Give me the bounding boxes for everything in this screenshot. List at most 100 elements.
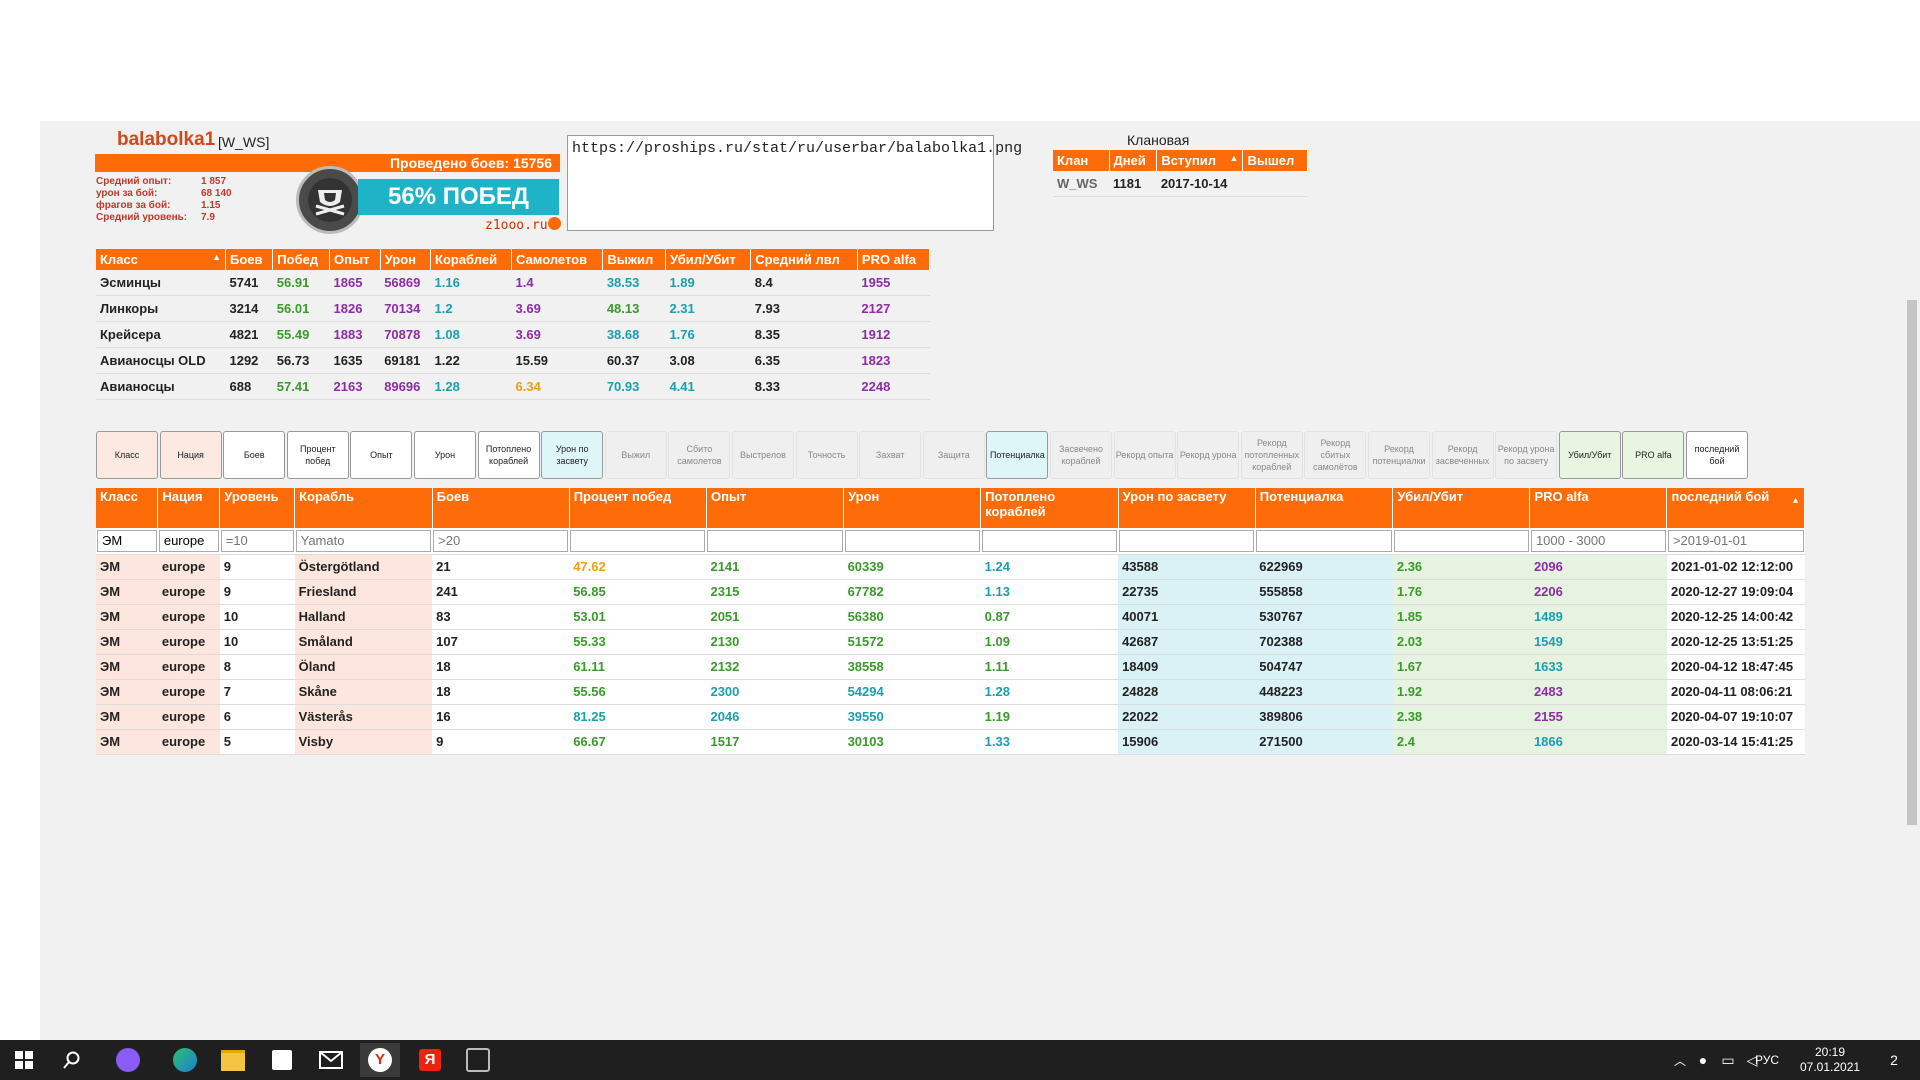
column-filter-input[interactable]: [433, 529, 569, 552]
column-toggle-button[interactable]: Рекорд потенциалки: [1368, 431, 1430, 479]
column-toggle-button[interactable]: Рекорд урона по засвету: [1495, 431, 1558, 479]
column-toggle-button[interactable]: Захват: [859, 431, 922, 479]
column-toggle-button[interactable]: Выстрелов: [732, 431, 794, 479]
column-toggle-button[interactable]: Рекорд потопленных кораблей: [1240, 431, 1303, 479]
class-table-header[interactable]: Убил/Убит: [665, 249, 752, 270]
clan-history-header[interactable]: Клан: [1053, 150, 1110, 171]
column-toggle-button[interactable]: Выжил: [604, 431, 667, 479]
column-toggle-button[interactable]: Рекорд сбитых самолётов: [1304, 431, 1367, 479]
ships-table-header[interactable]: Класс: [96, 488, 159, 528]
ships-table-header[interactable]: Потоплено кораблей: [980, 488, 1119, 528]
column-toggle-button[interactable]: Потоплено кораблей: [477, 431, 540, 479]
column-toggle-button[interactable]: Защита: [922, 431, 985, 479]
column-toggle-button[interactable]: PRO alfa: [1622, 431, 1685, 479]
ships-table-header[interactable]: последний бой ▲: [1666, 488, 1805, 528]
column-toggle-button[interactable]: Засвечено кораблей: [1050, 431, 1112, 479]
ships-table-header-label: Корабль: [299, 489, 355, 504]
column-filter-input[interactable]: [981, 529, 1118, 552]
clock[interactable]: 20:19 07.01.2021: [1800, 1045, 1860, 1075]
search-icon[interactable]: [52, 1043, 92, 1077]
edge-browser-icon[interactable]: [165, 1043, 205, 1077]
ships-table-header[interactable]: Урон по засвету: [1118, 488, 1256, 528]
clan-history-header[interactable]: Вступил ▲: [1156, 150, 1244, 171]
column-filter-input[interactable]: [1256, 529, 1392, 552]
windows-start-icon[interactable]: [4, 1043, 44, 1077]
column-toggle-button[interactable]: Сбито самолетов: [668, 431, 731, 479]
column-toggle-button[interactable]: Урон: [414, 431, 476, 479]
class-table-header[interactable]: Средний лвл: [750, 249, 858, 270]
column-toggle-button[interactable]: Потенциалка: [986, 431, 1049, 479]
alice-assistant-icon[interactable]: [108, 1043, 148, 1077]
column-toggle-button[interactable]: Рекорд засвеченных: [1431, 431, 1494, 479]
store-icon[interactable]: [262, 1043, 302, 1077]
clan-history-header[interactable]: Вышел: [1242, 150, 1308, 171]
column-toggle-button[interactable]: Рекорд урона: [1177, 431, 1240, 479]
ships-table-header[interactable]: Нация: [157, 488, 221, 528]
clan-history-cell[interactable]: W_WS: [1053, 171, 1110, 197]
class-table-header[interactable]: Кораблей: [430, 249, 512, 270]
ships-table-header[interactable]: Урон: [843, 488, 982, 528]
ship-row[interactable]: ЭМ europe 5 Visby 9 66.67 1517 30103 1.33 15906 27…: [96, 729, 1805, 755]
notification-icon[interactable]: 2: [1874, 1043, 1914, 1077]
clan-tag[interactable]: [W_WS]: [218, 134, 269, 150]
class-table-cell: 70878: [380, 321, 431, 348]
file-explorer-icon[interactable]: [213, 1043, 253, 1077]
ships-table-header[interactable]: Боев: [432, 488, 570, 528]
column-filter-input[interactable]: [97, 529, 157, 552]
player-name[interactable]: balabolka1: [117, 129, 215, 151]
class-table-header[interactable]: PRO alfa: [857, 249, 931, 270]
language-indicator[interactable]: РУС: [1755, 1053, 1779, 1067]
column-filter-input[interactable]: [1119, 529, 1255, 552]
column-toggle-button[interactable]: Точность: [795, 431, 858, 479]
ships-table-header[interactable]: PRO alfa: [1529, 488, 1668, 528]
column-toggle-button[interactable]: Рекорд опыта: [1113, 431, 1176, 479]
ship-row[interactable]: ЭМ europe 8 Öland 18 61.11 2132 38558 1.11 18409 5…: [96, 654, 1805, 680]
ship-row[interactable]: ЭМ europe 6 Västerås 16 81.25 2046 39550 1.19 220…: [96, 704, 1805, 730]
class-table-header[interactable]: Побед: [272, 249, 331, 270]
class-table-header[interactable]: Урон: [380, 249, 432, 270]
column-filter-input[interactable]: [295, 529, 432, 552]
ships-table-header[interactable]: Опыт: [706, 488, 845, 528]
userbar-url-textarea[interactable]: https://proships.ru/stat/ru/userbar/bala…: [567, 135, 1022, 231]
ship-row[interactable]: ЭМ europe 9 Östergötland 21 47.62 2141 60339 1.2…: [96, 554, 1805, 580]
yandex-browser-icon[interactable]: Y: [360, 1043, 400, 1077]
ship-row[interactable]: ЭМ europe 7 Skåne 18 55.56 2300 54294 1.28 24828 4…: [96, 679, 1805, 705]
column-filter-input[interactable]: [1667, 529, 1804, 552]
ships-table-header[interactable]: Корабль: [294, 488, 433, 528]
column-toggle-button[interactable]: Урон по засвету: [541, 431, 604, 479]
column-filter-input[interactable]: [570, 529, 706, 552]
column-toggle-button[interactable]: Нация: [159, 431, 222, 479]
yandex-icon[interactable]: Я: [410, 1043, 450, 1077]
ship-cell: ЭМ: [96, 579, 158, 605]
ships-table-header[interactable]: Процент побед: [569, 488, 707, 528]
scrollbar-thumb[interactable]: [1907, 300, 1917, 825]
column-toggle-button[interactable]: Боев: [223, 431, 286, 479]
column-filter-input[interactable]: [220, 529, 294, 552]
ships-table-header[interactable]: Убил/Убит: [1392, 488, 1531, 528]
ship-cell: 22022: [1118, 704, 1256, 730]
ships-table-header[interactable]: Уровень: [219, 488, 296, 528]
class-table-header[interactable]: Опыт: [329, 249, 381, 270]
class-table-header[interactable]: Самолетов: [511, 249, 604, 270]
clan-history-header[interactable]: Дней: [1109, 150, 1158, 171]
column-filter-input[interactable]: [158, 529, 219, 552]
column-toggle-button[interactable]: Убил/Убит: [1558, 431, 1621, 479]
column-toggle-button[interactable]: Опыт: [350, 431, 413, 479]
column-filter-input[interactable]: [1530, 529, 1666, 552]
mail-icon[interactable]: [311, 1043, 351, 1077]
column-toggle-button[interactable]: Процент побед: [286, 431, 349, 479]
class-table-header[interactable]: Боев: [225, 249, 274, 270]
column-filter-input[interactable]: [844, 529, 980, 552]
ships-table-header[interactable]: Потенциалка: [1255, 488, 1394, 528]
column-filter-input[interactable]: [1393, 529, 1529, 552]
column-toggle-button[interactable]: последний бой: [1686, 431, 1748, 479]
column-toggle-label: Засвечено кораблей: [1059, 444, 1103, 466]
ship-row[interactable]: ЭМ europe 10 Småland 107 55.33 2130 51572 1.09 42…: [96, 629, 1805, 655]
class-table-header[interactable]: Класс ▲: [96, 249, 226, 270]
class-table-header[interactable]: Выжил: [602, 249, 666, 270]
column-filter-input[interactable]: [707, 529, 843, 552]
column-toggle-button[interactable]: Класс: [96, 431, 158, 479]
ship-row[interactable]: ЭМ europe 10 Halland 83 53.01 2051 56380 0.87 400…: [96, 604, 1805, 630]
ship-row[interactable]: ЭМ europe 9 Friesland 241 56.85 2315 67782 1.13 2…: [96, 579, 1805, 605]
game-launcher-icon[interactable]: [458, 1043, 498, 1077]
